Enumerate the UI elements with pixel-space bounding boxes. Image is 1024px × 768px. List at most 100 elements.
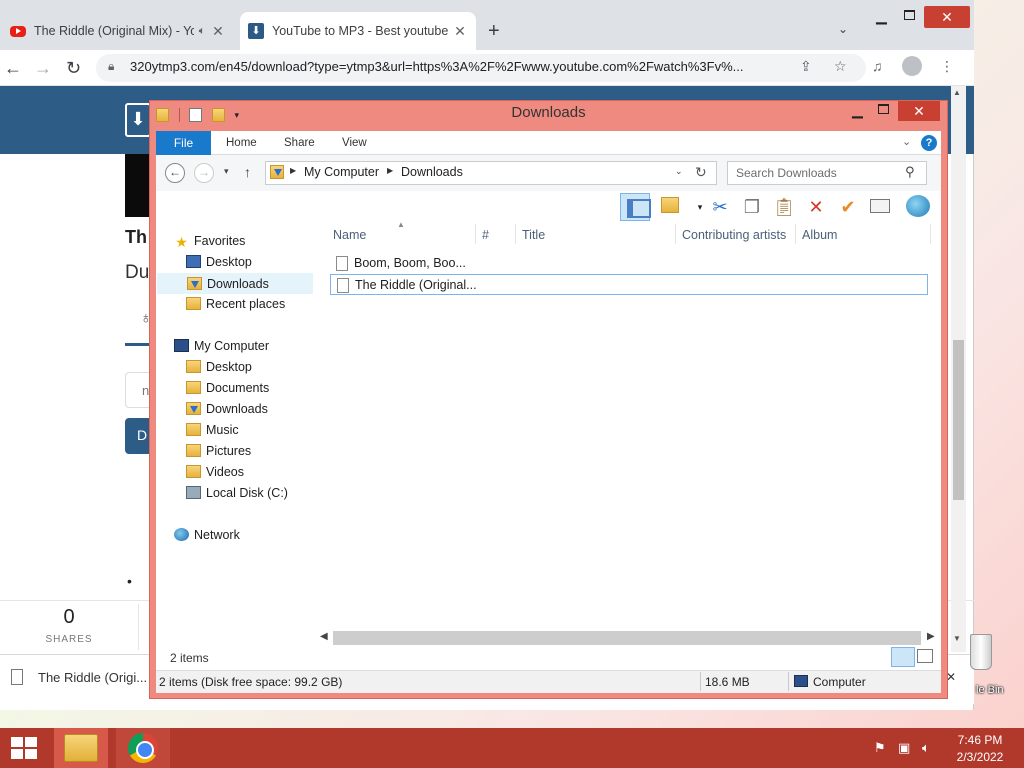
column-name[interactable]: Name — [333, 228, 366, 242]
nav-network[interactable]: Network — [174, 525, 240, 546]
star-icon: ★ — [175, 234, 188, 250]
minimize-icon[interactable]: ▁ — [852, 102, 863, 119]
column-divider[interactable] — [675, 224, 676, 244]
column-divider[interactable] — [475, 224, 476, 244]
column-title[interactable]: Title — [522, 228, 545, 242]
close-tab-icon[interactable]: ✕ — [210, 23, 226, 40]
details-view-icon[interactable] — [891, 647, 915, 667]
expand-ribbon-icon[interactable]: ⌄ — [902, 135, 911, 148]
close-window-icon[interactable]: ✕ — [898, 101, 940, 121]
nav-fav-downloads[interactable]: Downloads — [157, 273, 313, 294]
paste-icon[interactable]: 📋︎ — [772, 195, 796, 219]
audio-icon[interactable]: 🔈︎ — [194, 25, 210, 38]
page-scrollbar-thumb[interactable] — [953, 340, 964, 500]
scroll-up-icon[interactable]: ▲ — [953, 88, 961, 97]
menu-dots-icon[interactable]: ⋮ — [940, 58, 954, 75]
profile-avatar-icon[interactable] — [902, 56, 922, 76]
back-icon[interactable]: ← — [165, 163, 185, 183]
url-input[interactable]: n — [125, 372, 150, 408]
convert-button[interactable]: D — [125, 418, 150, 454]
forward-icon[interactable]: → — [34, 58, 52, 79]
large-icons-view-icon[interactable] — [917, 649, 933, 663]
forward-icon[interactable]: → — [194, 163, 214, 183]
recycle-bin-label[interactable]: le Bin — [976, 684, 1004, 696]
recycle-bin-icon[interactable] — [970, 634, 992, 670]
new-tab-icon[interactable]: + — [488, 20, 500, 43]
bookmark-star-icon[interactable]: ☆ — [834, 58, 847, 75]
scroll-right-icon[interactable]: ▶ — [927, 631, 935, 642]
search-input[interactable]: Search Downloads — [727, 161, 927, 185]
column-divider[interactable] — [930, 224, 931, 244]
nav-pc-desktop[interactable]: Desktop — [186, 357, 252, 378]
tab-ytmp3[interactable]: ⬇ YouTube to MP3 - Best youtube to mp3 c… — [240, 12, 476, 50]
maximize-icon[interactable] — [904, 10, 915, 20]
windows-start-icon[interactable] — [10, 736, 38, 760]
minimize-icon[interactable]: ▁ — [876, 8, 887, 25]
ribbon-tab-share[interactable]: Share — [284, 137, 315, 149]
clock-date[interactable]: 2/3/2022 — [950, 750, 1010, 764]
nav-pc-downloads[interactable]: Downloads — [186, 399, 268, 420]
breadcrumb-downloads[interactable]: Downloads — [401, 165, 463, 179]
nav-my-computer[interactable]: My Computer — [174, 336, 269, 357]
breadcrumb-my-computer[interactable]: My Computer — [304, 165, 379, 179]
media-control-icon[interactable]: ♫ — [872, 58, 883, 74]
file-row[interactable]: Boom, Boom, Boo... — [330, 253, 928, 274]
url-text[interactable]: 320ytmp3.com/en45/download?type=ytmp3&ur… — [130, 59, 790, 74]
column-album[interactable]: Album — [802, 228, 837, 242]
scroll-down-icon[interactable]: ▼ — [953, 634, 961, 643]
column-number[interactable]: # — [482, 228, 489, 242]
column-divider[interactable] — [515, 224, 516, 244]
cut-icon[interactable]: ✂ — [708, 195, 732, 219]
close-browser-icon[interactable]: ✕ — [924, 6, 970, 28]
horizontal-scrollbar-thumb[interactable] — [333, 631, 921, 645]
rename-check-icon[interactable]: ✔ — [836, 195, 860, 219]
delete-icon[interactable]: ✕ — [804, 195, 828, 219]
file-row-selected[interactable]: The Riddle (Original... — [330, 274, 928, 295]
videos-folder-icon — [186, 465, 201, 478]
tab-youtube[interactable]: The Riddle (Original Mix) - YouTube 🔈︎ ✕ — [2, 12, 234, 50]
close-tab-icon[interactable]: ✕ — [452, 23, 468, 40]
share-icon[interactable]: ⇪ — [800, 58, 812, 75]
preview-pane-icon[interactable] — [620, 193, 651, 221]
reload-icon[interactable]: ↻ — [66, 58, 81, 79]
nav-fav-recent[interactable]: Recent places — [186, 294, 285, 315]
nav-pc-documents[interactable]: Documents — [186, 378, 269, 399]
column-divider[interactable] — [795, 224, 796, 244]
ribbon-tab-view[interactable]: View — [342, 137, 367, 149]
column-contributing-artists[interactable]: Contributing artists — [682, 228, 786, 242]
recent-locations-icon[interactable]: ▾ — [224, 166, 229, 177]
breadcrumb-separator[interactable]: ▶ — [387, 166, 393, 175]
nav-pc-music[interactable]: Music — [186, 420, 239, 441]
nav-fav-desktop[interactable]: Desktop — [186, 252, 252, 273]
copy-icon[interactable]: ❐ — [740, 195, 764, 219]
back-icon[interactable]: ← — [4, 58, 22, 79]
download-item[interactable]: The Riddle (Origi... — [38, 670, 147, 685]
folder-icon — [186, 360, 201, 373]
volume-icon[interactable]: 🔈︎ — [922, 740, 930, 756]
maximize-icon[interactable] — [878, 104, 889, 114]
address-dropdown-icon[interactable]: ⌄ — [675, 166, 683, 177]
ribbon-tab-home[interactable]: Home — [226, 137, 257, 149]
nav-pc-pictures[interactable]: Pictures — [186, 441, 251, 462]
up-icon[interactable]: ↑ — [244, 164, 251, 180]
nav-pc-local-disk[interactable]: Local Disk (C:) — [186, 483, 288, 504]
lock-icon[interactable]: 🔒︎ — [108, 59, 114, 74]
action-center-flag-icon[interactable]: ⚑ — [874, 740, 886, 756]
network-globe-icon[interactable] — [906, 195, 930, 219]
clock-time[interactable]: 7:46 PM — [950, 733, 1010, 747]
network-tray-icon[interactable]: ▣ — [898, 740, 910, 756]
help-icon[interactable]: ? — [921, 135, 937, 151]
properties-icon[interactable] — [868, 195, 892, 219]
breadcrumb-separator[interactable]: ▶ — [290, 166, 296, 175]
refresh-icon[interactable]: ↻ — [695, 164, 707, 181]
organize-folder-icon[interactable] — [660, 195, 680, 219]
scroll-left-icon[interactable]: ◀ — [320, 631, 328, 642]
nav-pc-videos[interactable]: Videos — [186, 462, 244, 483]
search-icon[interactable]: ⚲ — [905, 164, 915, 180]
site-download-icon[interactable]: ⬇ — [125, 103, 151, 137]
ribbon-tab-file[interactable]: File — [156, 131, 211, 155]
youtube-icon — [10, 25, 26, 37]
nav-favorites[interactable]: ★ Favorites — [174, 231, 245, 252]
tab-search-icon[interactable]: ⌄ — [838, 22, 848, 36]
nav-label: Pictures — [206, 444, 252, 458]
